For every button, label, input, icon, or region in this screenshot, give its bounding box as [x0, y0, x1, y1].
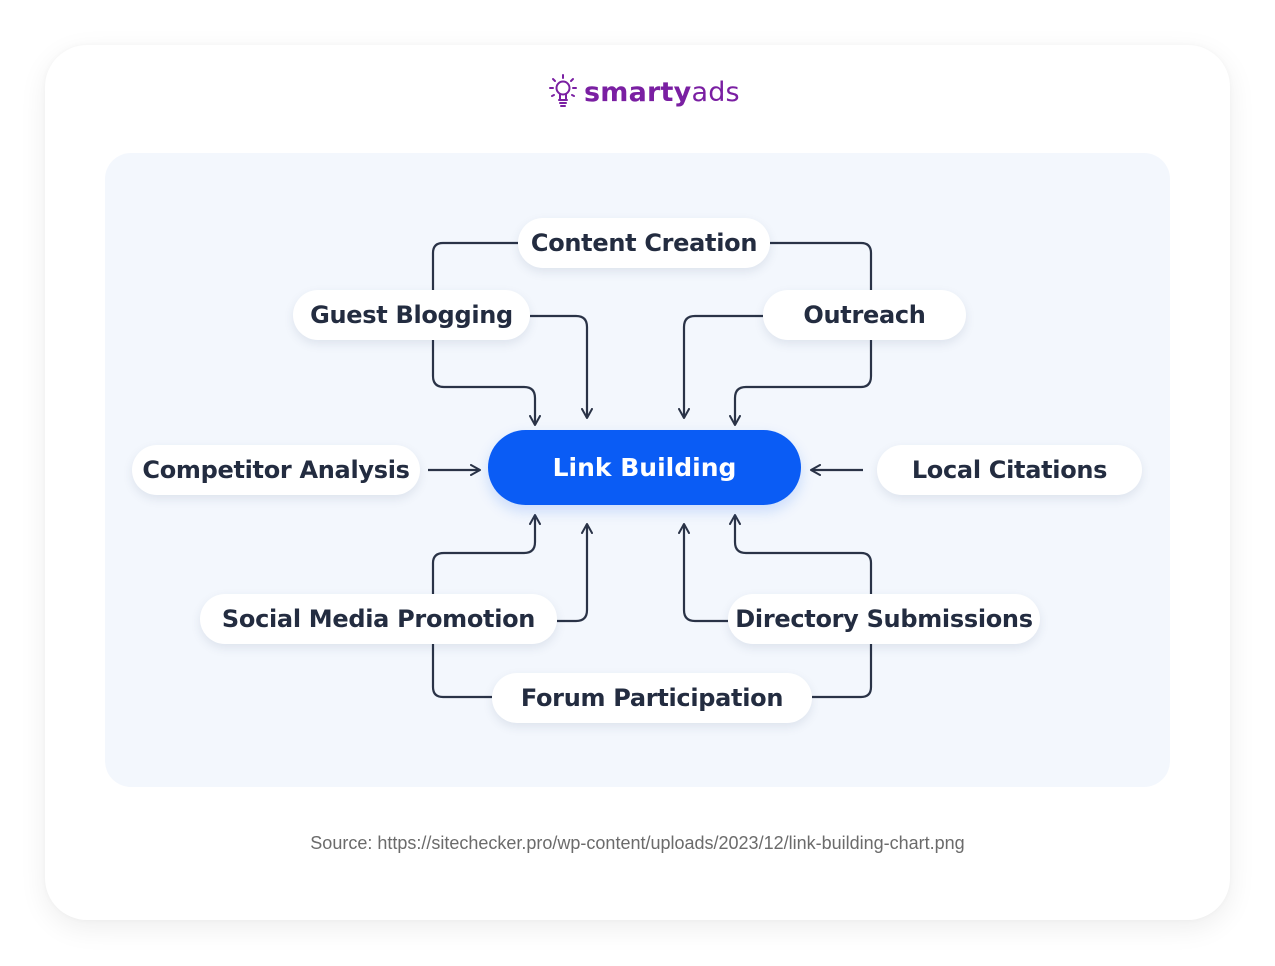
center-label: Link Building: [552, 453, 737, 482]
brand-name: smartyads: [584, 77, 740, 108]
node-label: Directory Submissions: [735, 605, 1033, 633]
node-social-media-promotion: Social Media Promotion: [200, 594, 557, 644]
node-label: Guest Blogging: [310, 301, 513, 329]
node-competitor-analysis: Competitor Analysis: [132, 445, 420, 495]
node-guest-blogging: Guest Blogging: [293, 290, 530, 340]
brand-name-bold: smarty: [584, 76, 692, 108]
source-caption: Source: https://sitechecker.pro/wp-conte…: [310, 833, 965, 853]
node-label: Competitor Analysis: [142, 456, 410, 484]
brand-logo: smartyads: [548, 72, 740, 112]
node-label: Social Media Promotion: [221, 605, 536, 633]
node-label: Local Citations: [911, 456, 1108, 484]
lightbulb-icon: [548, 72, 578, 113]
node-outreach: Outreach: [763, 290, 966, 340]
brand-name-regular: ads: [691, 76, 740, 108]
node-link-building: Link Building: [488, 430, 801, 505]
node-directory-submissions: Directory Submissions: [728, 594, 1040, 644]
node-local-citations: Local Citations: [877, 445, 1142, 495]
node-label: Outreach: [803, 301, 926, 329]
node-label: Content Creation: [530, 229, 758, 257]
node-content-creation: Content Creation: [518, 218, 770, 268]
node-label: Forum Participation: [520, 684, 784, 712]
node-forum-participation: Forum Participation: [492, 673, 812, 723]
